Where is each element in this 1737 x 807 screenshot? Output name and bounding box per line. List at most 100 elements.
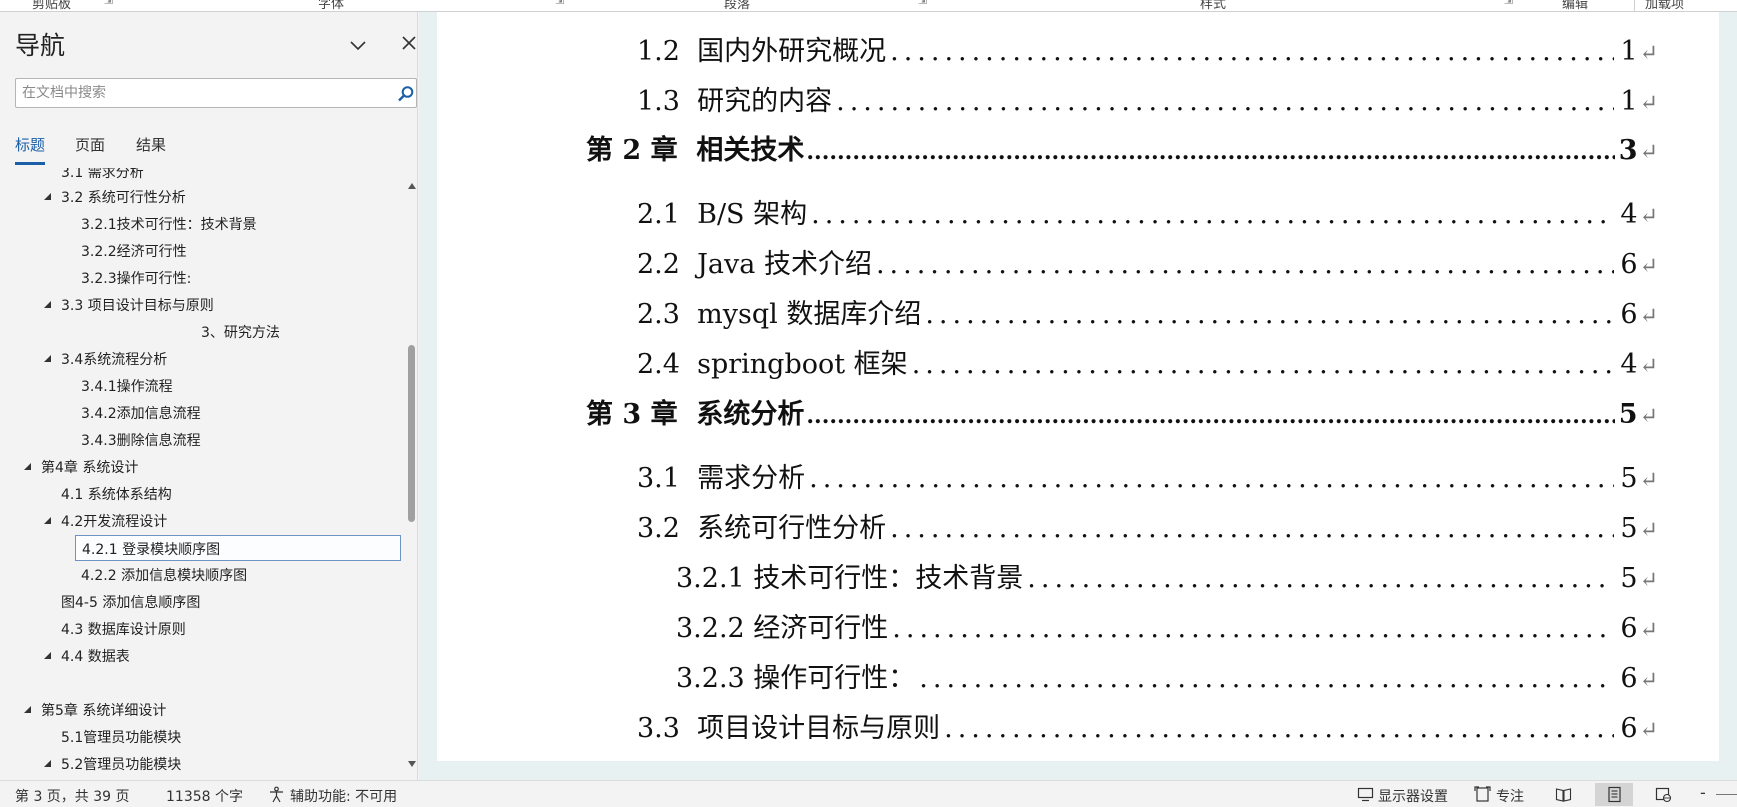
nav-tree-item[interactable]: 图4-5 添加信息顺序图 [0, 589, 400, 613]
read-mode-icon[interactable] [1555, 786, 1572, 803]
scroll-thumb[interactable] [408, 345, 415, 522]
toc-entry[interactable]: 3.2.1 技术可行性：技术背景........................… [676, 556, 1658, 595]
tab-pages[interactable]: 页面 [75, 134, 105, 162]
toc-entry[interactable]: 2.2 Java 技术介绍...........................… [637, 242, 1658, 281]
toc-entry-text: 3.2.3 操作可行性： [676, 663, 916, 694]
paragraph-mark: ↵ [1639, 568, 1658, 593]
expanded-triangle-icon[interactable] [43, 516, 52, 525]
nav-tree-item-label: 4.1 系统体系结构 [61, 487, 172, 503]
toc-leader-dots: ........................................… [890, 36, 1614, 67]
nav-tree-item[interactable]: 3.3 项目设计目标与原则 [0, 292, 400, 316]
nav-tree-item[interactable]: 3.4.3删除信息流程 [0, 427, 400, 451]
nav-tree-item[interactable]: 4.2.2 添加信息模块顺序图 [0, 562, 400, 586]
expanded-triangle-icon[interactable] [23, 462, 32, 471]
toc-entry-text: 2.4 springboot 框架 [637, 349, 908, 380]
nav-tree-item[interactable]: 4.1 系统体系结构 [0, 481, 400, 505]
toc-entry[interactable]: 2.4 springboot 框架.......................… [637, 342, 1658, 381]
tab-results[interactable]: 结果 [136, 134, 166, 162]
toc-leader-dots: ........................................… [944, 713, 1614, 744]
ribbon-group-strip: 剪贴板 ⇲ 字体 ⇲ 段落 ⇲ 样式 ⇲ 编辑 加载项 [0, 0, 1737, 12]
toc-entry[interactable]: 1.3 研究的内容...............................… [637, 79, 1658, 118]
nav-tree-item-label: 3.2 系统可行性分析 [61, 190, 186, 206]
ribbon-group-editing: 编辑 [1562, 0, 1589, 12]
toc-entry[interactable]: 2.1 B/S 架构..............................… [637, 192, 1658, 231]
expanded-triangle-icon[interactable] [43, 651, 52, 660]
chevron-down-icon[interactable] [347, 34, 369, 56]
toc-page-number: 6 [1620, 299, 1638, 330]
toc-leader-dots: ........................................… [925, 299, 1614, 330]
nav-tree-item[interactable]: 3.4.1操作流程 [0, 373, 400, 397]
word-count[interactable]: 11358 个字 [166, 786, 243, 806]
accessibility-icon [270, 786, 283, 803]
display-settings-button[interactable]: 显示器设置 [1378, 786, 1448, 806]
nav-tree-item[interactable]: 3.1 需求分析 [0, 168, 400, 183]
search-icon[interactable] [397, 85, 415, 103]
toc-entry-text: 1.2 国内外研究概况 [637, 36, 887, 67]
toc-leader-dots: ........................................… [890, 513, 1614, 544]
focus-button[interactable]: 专注 [1496, 786, 1524, 806]
nav-tree-item-label: 3.2.3操作可行性: [81, 271, 192, 287]
paragraph-mark: ↵ [1639, 518, 1658, 543]
nav-tree-item[interactable]: 5.1管理员功能模块 [0, 724, 400, 748]
clipboard-launcher-icon[interactable]: ⇲ [104, 0, 113, 7]
toc-leader-dots: ........................................… [1027, 563, 1614, 594]
print-layout-icon[interactable] [1606, 786, 1623, 803]
nav-tree-item[interactable]: 3.4.2添加信息流程 [0, 400, 400, 424]
toc-chapter-entry[interactable]: 第 3 章 系统分析..............................… [586, 392, 1658, 431]
toc-entry[interactable]: 1.2 国内外研究概况.............................… [637, 29, 1658, 68]
accessibility-status[interactable]: 辅助功能: 不可用 [290, 786, 397, 806]
paragraph-mark: ↵ [1639, 404, 1658, 429]
paragraph-launcher-icon[interactable]: ⇲ [918, 0, 927, 7]
toc-chapter-entry[interactable]: 第 2 章 相关技术..............................… [586, 128, 1658, 167]
expanded-triangle-icon[interactable] [43, 192, 52, 201]
document-page[interactable]: 1.2 国内外研究概况.............................… [437, 12, 1719, 761]
nav-tree-item[interactable]: 4.4 数据表 [0, 643, 400, 667]
status-bar: 第 3 页，共 39 页 11358 个字 辅助功能: 不可用 显示器设置 专注… [0, 780, 1737, 807]
search-input[interactable] [22, 82, 382, 104]
tab-headings[interactable]: 标题 [15, 134, 46, 165]
nav-tree-item[interactable]: 4.3 数据库设计原则 [0, 616, 400, 640]
toc-entry-text: 2.2 Java 技术介绍 [637, 249, 872, 280]
search-box [15, 78, 429, 108]
nav-scrollbar[interactable] [405, 182, 418, 778]
toc-entry[interactable]: 3.2.3 操作可行性：............................… [676, 656, 1658, 695]
expanded-triangle-icon[interactable] [43, 759, 52, 768]
heading-tree: 3.1 需求分析 3.2 系统可行性分析 3.2.1技术可行性：技术背景 3.2.2经… [0, 168, 405, 774]
styles-launcher-icon[interactable]: ⇲ [1504, 0, 1513, 7]
toc-entry[interactable]: 3.2.2 经济可行性.............................… [676, 606, 1658, 645]
expanded-triangle-icon[interactable] [43, 300, 52, 309]
nav-tree-item[interactable]: 3、研究方法 [0, 319, 400, 343]
font-launcher-icon[interactable]: ⇲ [555, 0, 564, 7]
nav-tree-item[interactable]: 3.2.2经济可行性 [0, 238, 400, 262]
zoom-slider[interactable] [1716, 794, 1737, 795]
toc-leader-dots: ........................................… [811, 199, 1615, 230]
web-layout-icon[interactable] [1655, 786, 1672, 803]
scroll-up-icon[interactable] [407, 182, 417, 190]
expanded-triangle-icon[interactable] [23, 705, 32, 714]
nav-tree-item-label: 4.4 数据表 [61, 649, 130, 665]
toc-entry[interactable]: 2.3 mysql 数据库介绍.........................… [637, 292, 1658, 331]
nav-tree-item-label: 3.4系统流程分析 [61, 352, 168, 368]
close-icon[interactable] [399, 33, 419, 53]
nav-tree-item[interactable]: 第4章 系统设计 [0, 454, 400, 478]
expanded-triangle-icon[interactable] [43, 354, 52, 363]
zoom-out-button[interactable]: - [1700, 783, 1706, 802]
nav-tree-item[interactable]: 5.2管理员功能模块 [0, 751, 400, 774]
nav-tree-item-label: 3、研究方法 [201, 325, 280, 341]
nav-tree-item[interactable]: 3.2.3操作可行性: [0, 265, 400, 289]
nav-tree-item[interactable]: 第5章 系统详细设计 [0, 697, 400, 721]
scroll-down-icon[interactable] [407, 760, 417, 768]
page-info[interactable]: 第 3 页，共 39 页 [15, 786, 130, 806]
toc-page-number: 6 [1620, 713, 1638, 744]
toc-leader-dots: ........................................… [809, 463, 1615, 494]
nav-tree-item[interactable]: 3.2.1技术可行性：技术背景 [0, 211, 400, 235]
focus-icon [1474, 786, 1491, 802]
nav-tree-item[interactable]: 4.2开发流程设计 [0, 508, 400, 532]
nav-tree-item[interactable]: 4.2.1 登录模块顺序图 [75, 535, 401, 561]
nav-tree-item-label: 图4-5 添加信息顺序图 [61, 595, 201, 611]
nav-tree-item[interactable]: 3.2 系统可行性分析 [0, 184, 400, 208]
toc-entry[interactable]: 3.1 需求分析................................… [637, 456, 1658, 495]
toc-entry[interactable]: 3.2 系统可行性分析.............................… [637, 506, 1658, 545]
nav-tree-item[interactable]: 3.4系统流程分析 [0, 346, 400, 370]
toc-entry[interactable]: 3.3 项目设计目标与原则...........................… [637, 706, 1658, 745]
